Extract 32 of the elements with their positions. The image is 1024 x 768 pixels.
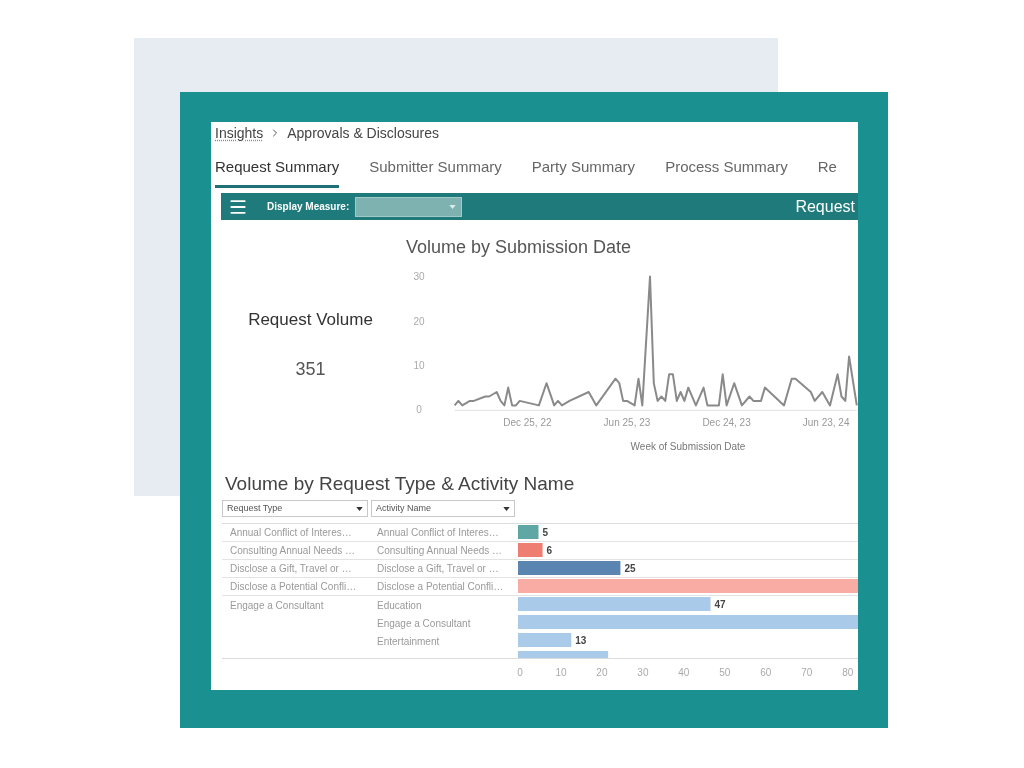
y-tick-label: 10 <box>413 359 425 371</box>
x-tick-label: Jun 25, 23 <box>603 417 651 428</box>
tab[interactable]: Process Summary <box>665 157 788 188</box>
breadcrumb-current: Approvals & Disclosures <box>287 123 439 143</box>
x-tick-label: 60 <box>760 667 772 678</box>
tab[interactable]: Submitter Summary <box>369 157 502 188</box>
measure-dropdown[interactable] <box>355 196 463 217</box>
tab[interactable]: Request Summary <box>215 157 340 188</box>
x-tick-label: 0 <box>517 667 523 678</box>
tab[interactable]: Party Summary <box>531 157 636 188</box>
x-tick-label: 40 <box>678 667 690 678</box>
x-tick-label: 30 <box>637 667 649 678</box>
x-tick-label: Jun 23, 24 <box>802 417 850 428</box>
chart-title: Volume by Submission Date <box>405 236 632 259</box>
x-tick-label: 10 <box>555 667 567 678</box>
x-tick-label: 70 <box>801 667 813 678</box>
x-tick-label: Dec 25, 22 <box>503 417 552 428</box>
y-tick-label: 0 <box>416 404 422 416</box>
y-tick-label: 30 <box>413 271 425 283</box>
x-tick-label: 50 <box>719 667 731 678</box>
kpi-title: Request Volume <box>248 309 373 331</box>
y-tick-label: 20 <box>413 315 425 327</box>
toolbar-title: Request <box>795 196 856 217</box>
caret-icon <box>449 204 457 209</box>
kpi-value: 351 <box>295 358 326 381</box>
x-tick-label: 80 <box>842 667 854 678</box>
breadcrumb-link[interactable]: Insights <box>215 122 264 144</box>
x-tick-label: Dec 24, 23 <box>702 417 751 428</box>
x-tick-label: 20 <box>596 667 608 678</box>
x-axis-title: Week of Submission Date <box>630 441 746 452</box>
measure-label: Display Measure: <box>267 200 350 214</box>
tab[interactable]: Re <box>817 157 837 188</box>
